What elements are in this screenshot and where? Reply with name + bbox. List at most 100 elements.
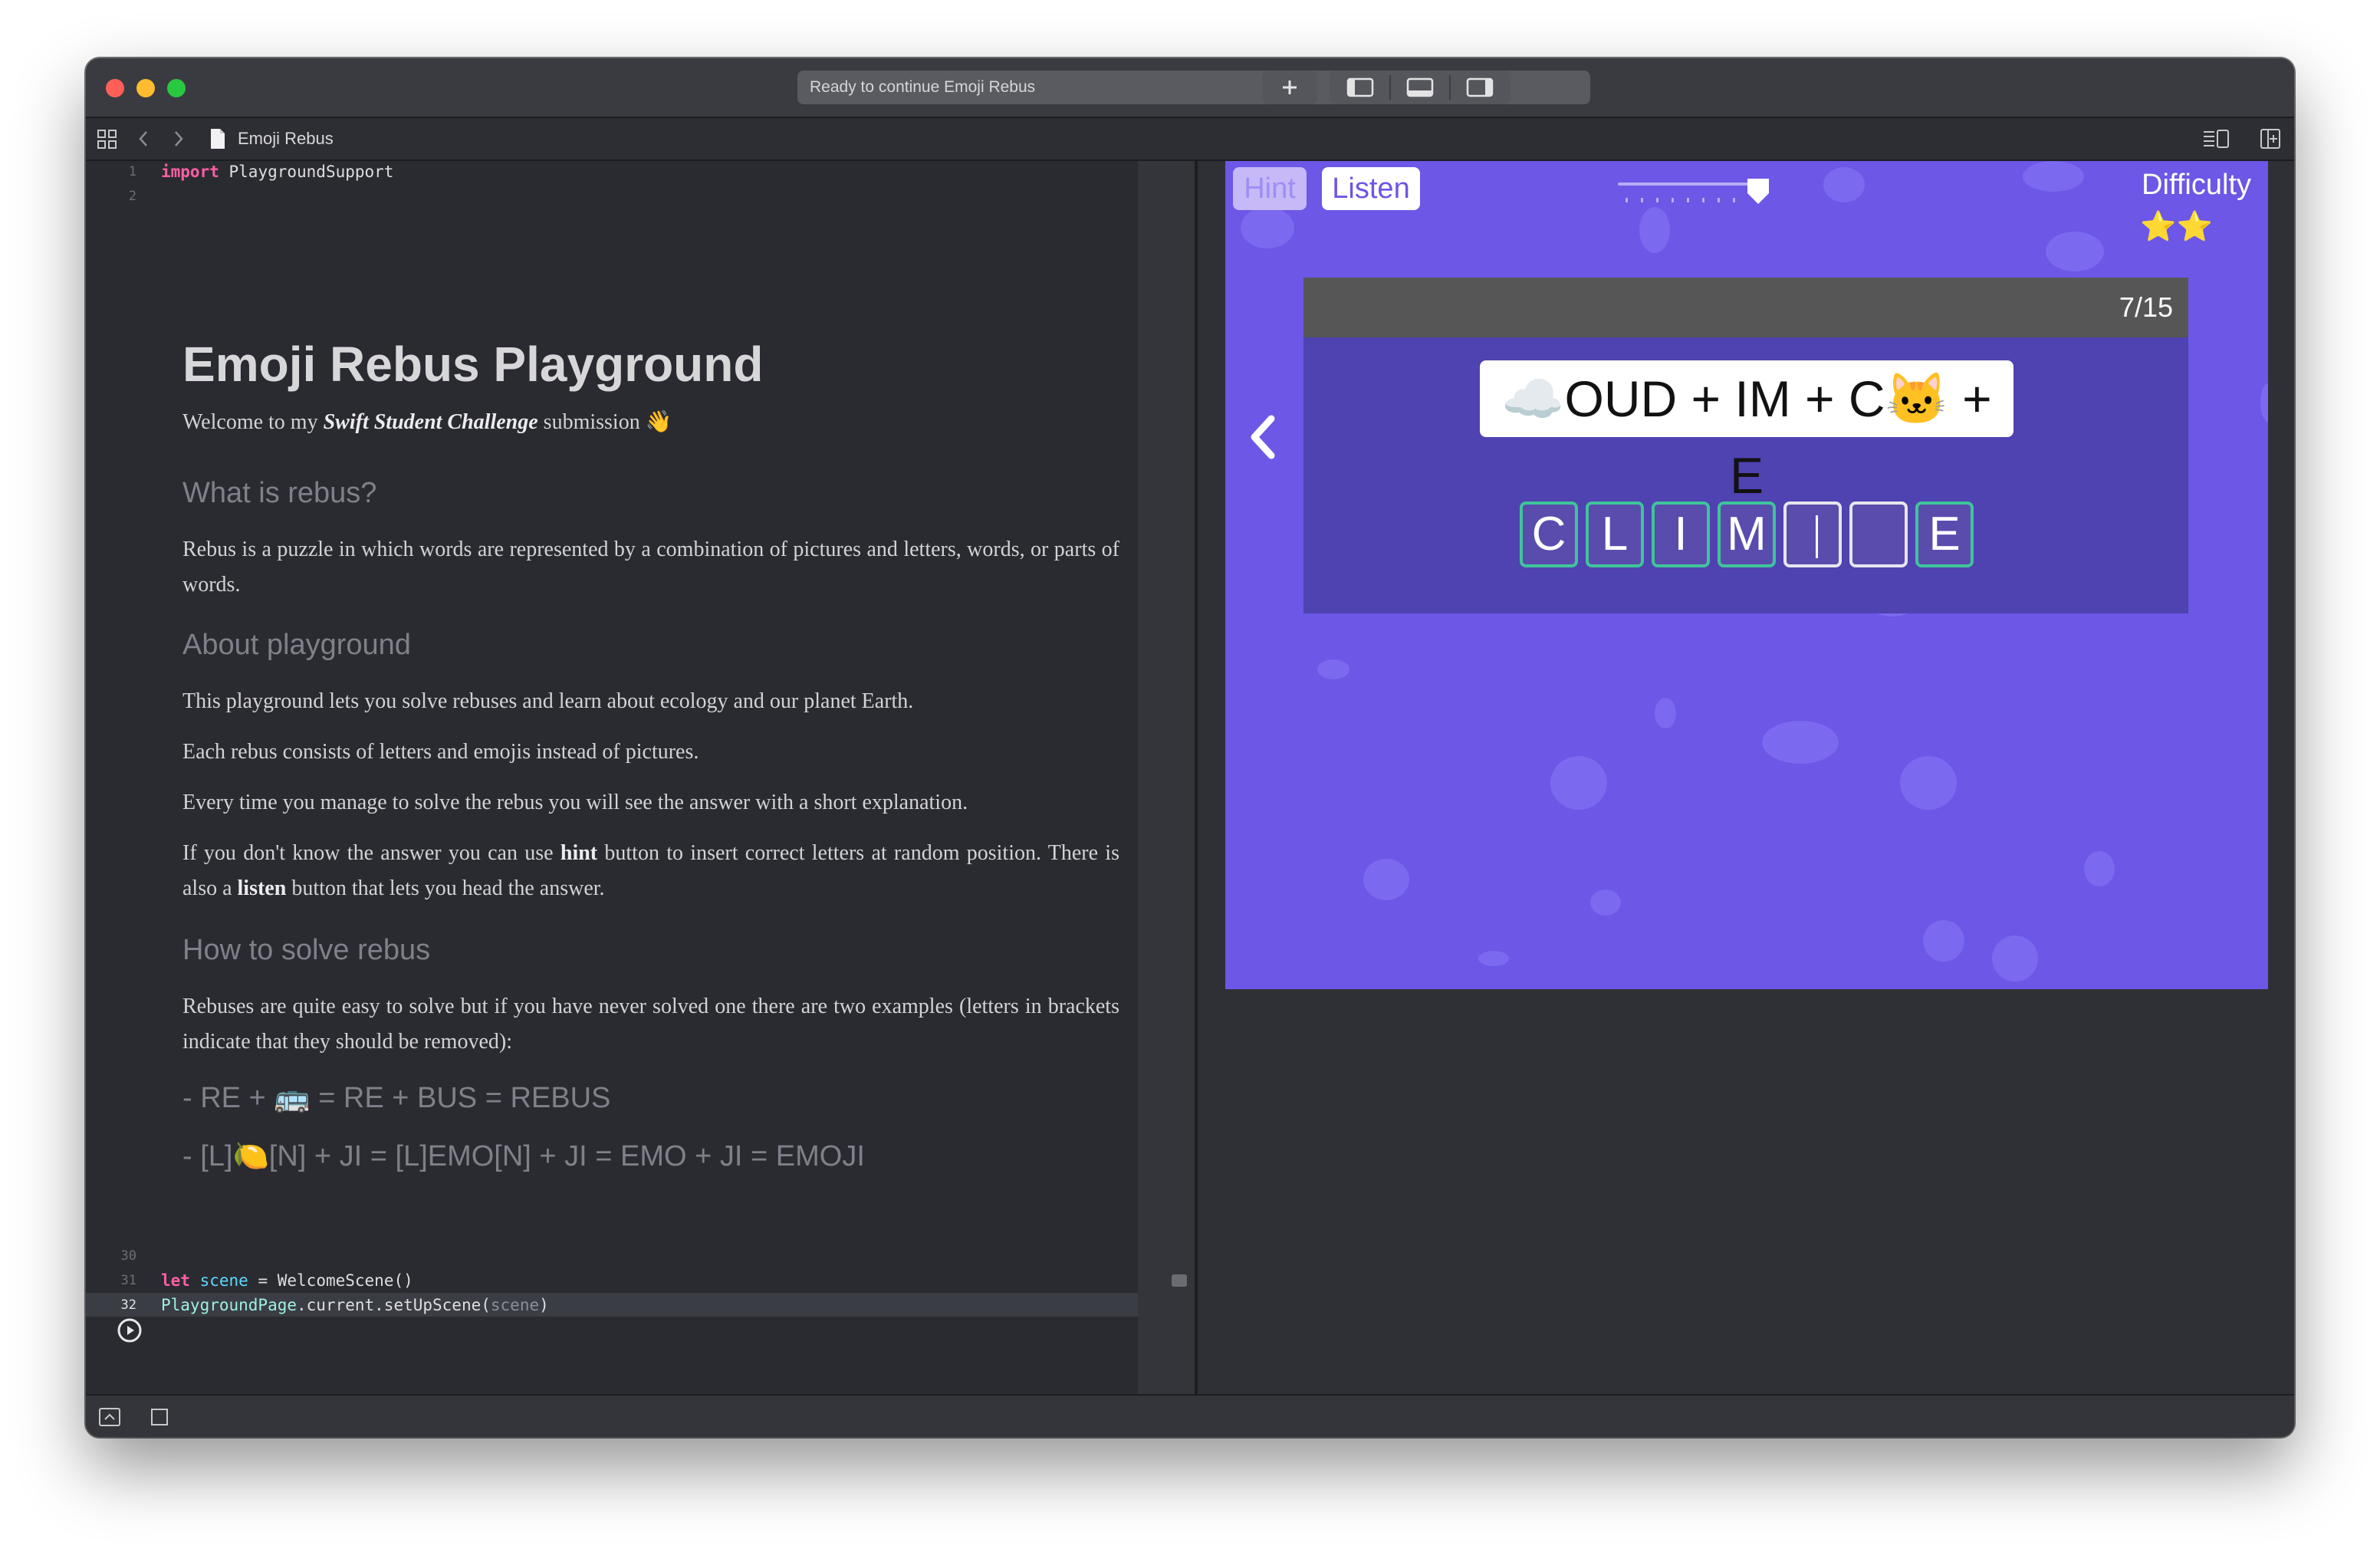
document-icon [211, 129, 225, 149]
cloud-emoji: ☁️ [1501, 370, 1565, 427]
puzzle-text-part-1: OUD + IM + C [1564, 370, 1885, 427]
forward-arrow-icon[interactable] [170, 129, 187, 149]
paragraph-about-3: Every time you manage to solve the rebus… [182, 791, 968, 814]
welcome-emphasis: Swift Student Challenge [323, 410, 538, 434]
hide-debug-area-icon[interactable] [98, 1406, 121, 1428]
decorative-cloud [2084, 851, 2115, 886]
run-playground-icon[interactable] [117, 1317, 143, 1343]
example-rebus-2: - [L]🍋[N] + JI = [L]EMO[N] + JI = EMO + … [182, 1140, 865, 1172]
zoom-button[interactable] [167, 79, 186, 97]
decorative-cloud [1590, 889, 1621, 916]
grid-icon[interactable] [97, 129, 118, 150]
paragraph-what-is-rebus: Rebus is a puzzle in which words are rep… [182, 538, 1119, 597]
decorative-cloud [1992, 935, 2038, 982]
decorative-cloud [1478, 951, 1509, 966]
type-name: WelcomeScene [277, 1271, 394, 1290]
decorative-cloud [2046, 232, 2104, 271]
add-editor-icon[interactable] [2259, 127, 2282, 150]
rebus-card: 7/15 ☁️OUD + IM + C🐱 + E C L I M E [1303, 278, 2188, 613]
cat-emoji: 🐱 [1885, 370, 1948, 427]
listen-button[interactable]: Listen [1322, 167, 1420, 210]
doc-welcome: Welcome to my Swift Student Challenge su… [182, 405, 1119, 440]
decorative-cloud [1823, 167, 1865, 202]
answer-tile[interactable]: L [1586, 501, 1644, 567]
stop-icon[interactable] [150, 1408, 169, 1426]
editor-splitter[interactable] [1138, 161, 1198, 1394]
code-line-31[interactable]: let scene = WelcomeScene() [161, 1271, 413, 1290]
live-view-scene[interactable]: Hint Listen Difficulty ⭐⭐ 7/15 ☁️OUD + I… [1225, 161, 2268, 989]
answer-tile[interactable]: I [1652, 501, 1710, 567]
chevron-left-icon [1251, 415, 1275, 459]
xcode-window: Ready to continue Emoji Rebus Emoji Rebu… [86, 58, 2294, 1437]
code-line-1[interactable]: import PlaygroundSupport [161, 163, 393, 181]
example-rebus-1: - RE + 🚌 = RE + BUS = REBUS [182, 1082, 611, 1114]
line-number: 2 [128, 189, 136, 204]
result-marker[interactable] [1172, 1274, 1187, 1287]
difficulty-slider[interactable] [1618, 176, 1769, 215]
hint-text-a: If you don't know the answer you can use [182, 841, 560, 865]
welcome-suffix: submission 👋 [537, 410, 672, 434]
answer-tile-active[interactable] [1783, 501, 1842, 567]
decorative-cloud [1550, 756, 1607, 810]
line-number: 31 [120, 1273, 136, 1288]
bottom-status-bar [86, 1394, 2294, 1437]
back-button[interactable] [1241, 406, 1287, 468]
breadcrumb-file[interactable]: Emoji Rebus [238, 118, 334, 159]
jump-bar: Emoji Rebus [86, 118, 2294, 161]
toggle-navigator-button[interactable] [1330, 71, 1389, 104]
add-button[interactable] [1262, 71, 1317, 104]
close-button[interactable] [106, 79, 124, 97]
rebus-puzzle: ☁️OUD + IM + C🐱 + E [1480, 360, 2013, 504]
listen-word: listen [237, 876, 287, 900]
right-panel-icon [1466, 77, 1494, 97]
back-arrow-icon[interactable] [135, 129, 152, 149]
layout-segmented-control [1330, 71, 1511, 104]
line-number: 1 [128, 164, 136, 179]
progress-counter: 7/15 [2119, 291, 2173, 323]
paragraph-about-2: Each rebus consists of letters and emoji… [182, 740, 699, 764]
module-name: PlaygroundSupport [228, 163, 394, 181]
variable-name: scene [199, 1271, 248, 1290]
heading-what-is-rebus: What is rebus? [182, 477, 377, 509]
slider-thumb[interactable] [1745, 176, 1771, 207]
answer-tile[interactable]: M [1718, 501, 1776, 567]
text-cursor [1816, 515, 1818, 558]
slider-track [1618, 182, 1756, 186]
doc-title: Emoji Rebus Playground [182, 337, 764, 392]
decorative-cloud [1241, 207, 1294, 248]
minimize-button[interactable] [136, 79, 155, 97]
decorative-cloud [1655, 698, 1676, 728]
toggle-debug-area-button[interactable] [1391, 71, 1449, 104]
heading-how-to-solve: How to solve rebus [182, 934, 431, 966]
decorative-cloud [1317, 659, 1349, 679]
paragraph-how-to-solve: Rebuses are quite easy to solve but if y… [182, 995, 1119, 1054]
decorative-cloud [1762, 721, 1839, 764]
slider-ticks [1626, 198, 1748, 202]
hint-text-c: button that lets you head the answer. [286, 876, 605, 900]
decorative-cloud [2023, 161, 2084, 192]
card-header: 7/15 [1303, 278, 2188, 337]
answer-tile[interactable]: E [1915, 501, 1974, 567]
argument-name: scene [490, 1296, 540, 1314]
difficulty-stars: ⭐⭐ [2140, 211, 2213, 243]
answer-tile[interactable] [1849, 501, 1908, 567]
toggle-inspector-button[interactable] [1451, 71, 1511, 104]
decorative-cloud [1900, 756, 1957, 810]
difficulty-label: Difficulty [2142, 169, 2251, 201]
answer-tile[interactable]: C [1520, 501, 1578, 567]
line-number: 30 [120, 1248, 136, 1264]
keyword: import [161, 163, 219, 181]
bottom-panel-icon [1406, 77, 1434, 97]
decorative-cloud [1923, 920, 1964, 962]
class-name: PlaygroundPage [161, 1296, 298, 1314]
hint-button[interactable]: Hint [1233, 167, 1307, 210]
code-line-32[interactable]: PlaygroundPage.current.setUpScene(scene) [161, 1296, 549, 1314]
keyword: let [161, 1271, 190, 1290]
welcome-prefix: Welcome to my [182, 410, 324, 434]
source-editor[interactable]: 1 import PlaygroundSupport 2 Emoji Rebus… [86, 161, 1138, 1394]
line-number: 32 [120, 1297, 136, 1313]
hint-word: hint [560, 841, 598, 865]
adjust-editor-options-icon[interactable] [2201, 127, 2231, 150]
left-panel-icon [1346, 77, 1374, 97]
paragraph-hint-listen: If you don't know the answer you can use… [182, 836, 1119, 906]
